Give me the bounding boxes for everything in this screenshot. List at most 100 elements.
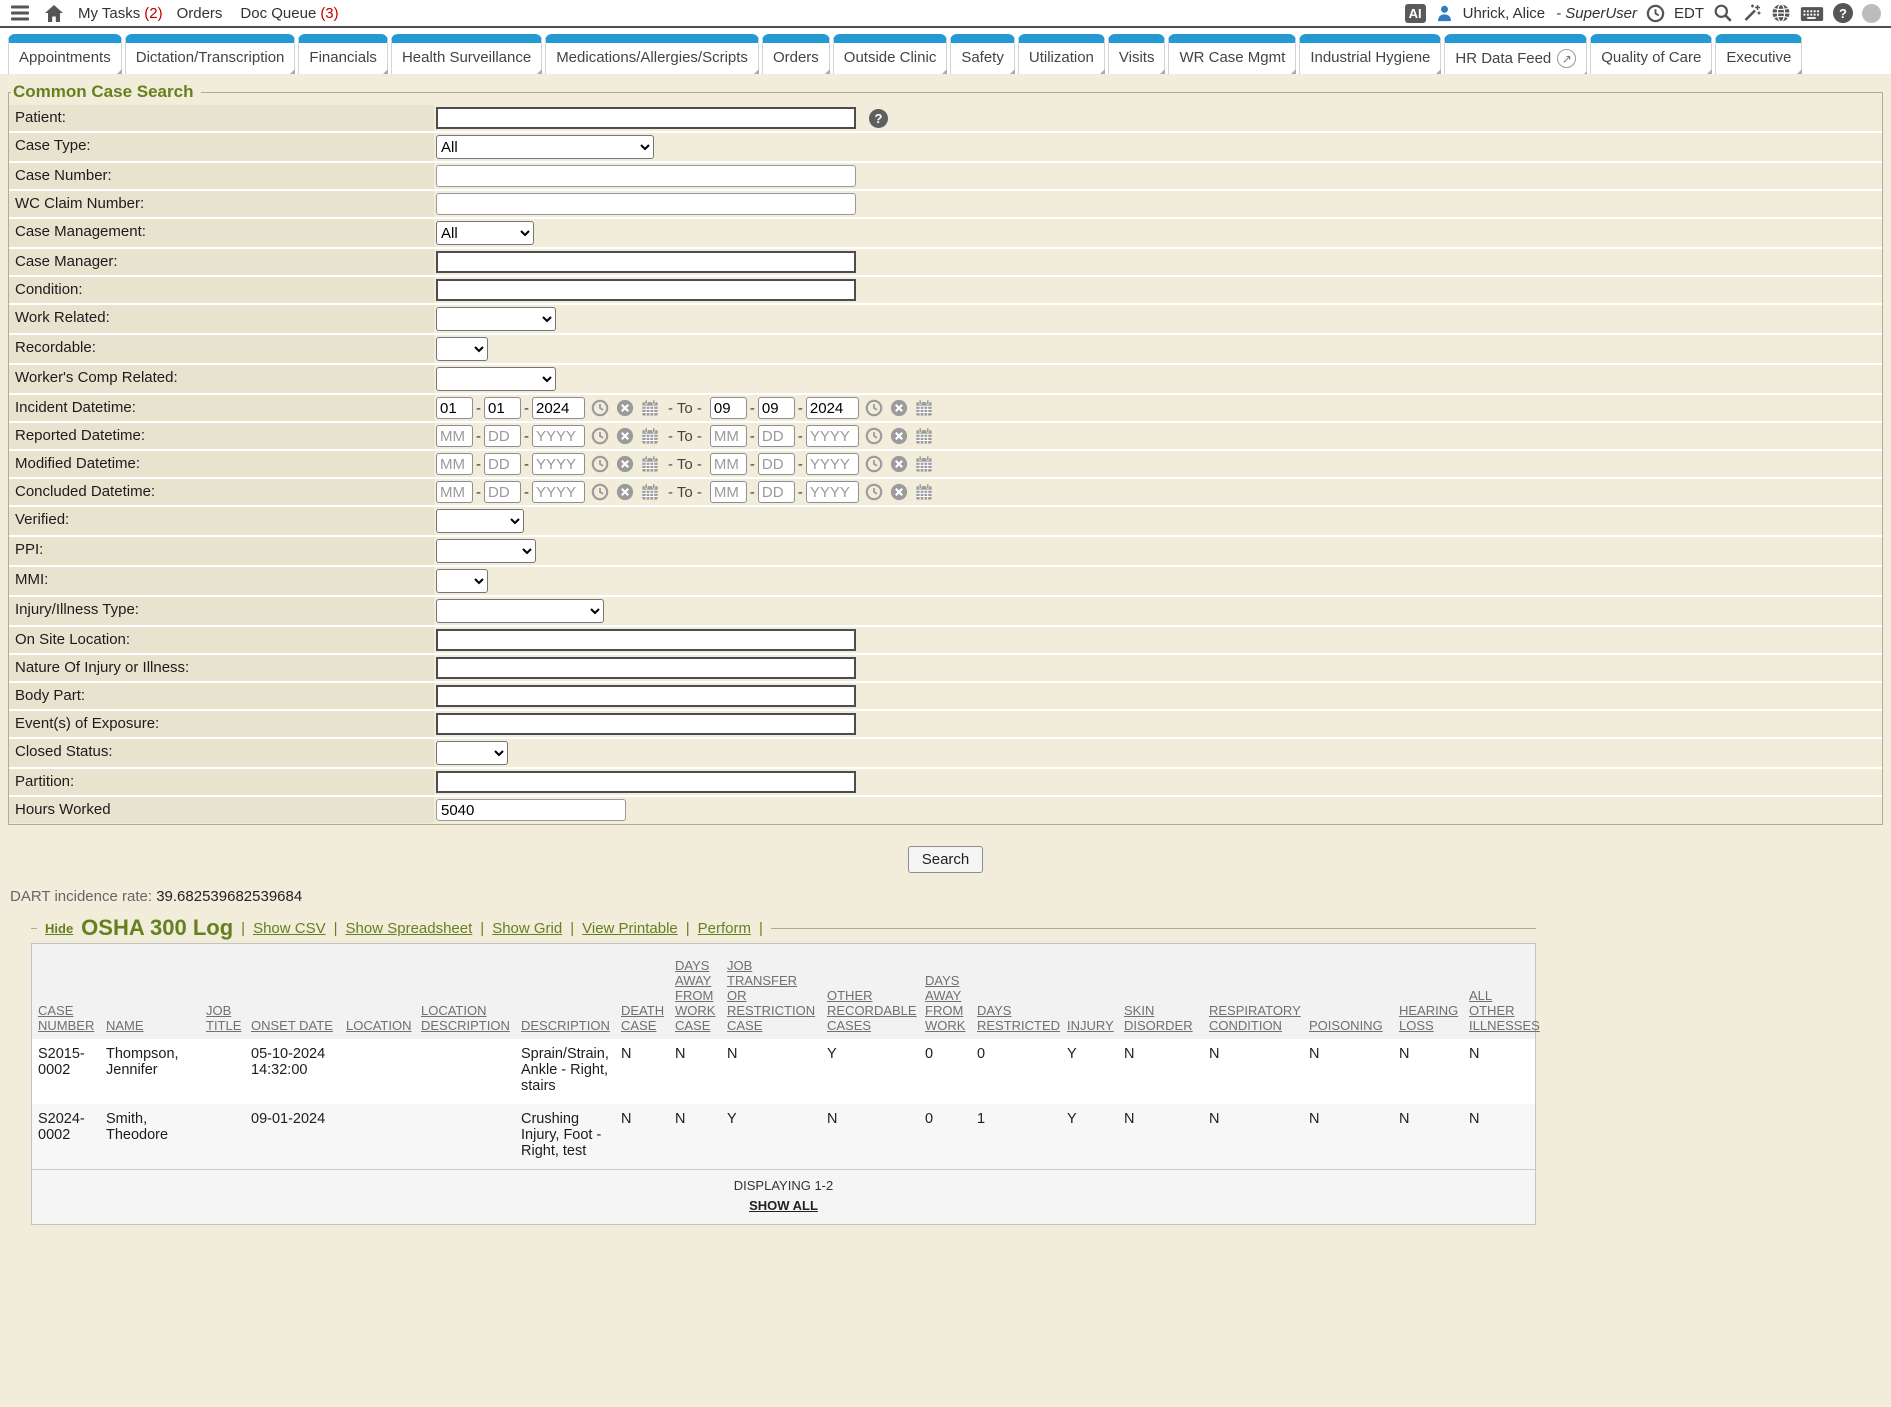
column-header-injury[interactable]: INJURY [1061,944,1118,1039]
case-management-select[interactable]: All [436,221,534,245]
time-picker-icon[interactable] [865,399,883,417]
column-header-onset-date[interactable]: ONSET DATE [245,944,340,1039]
tab-financials[interactable]: Financials [298,34,388,74]
tab-industrial-hygiene[interactable]: Industrial Hygiene [1299,34,1441,74]
condition-input[interactable] [436,279,856,301]
column-header-days-away-from-work-case[interactable]: DAYS AWAY FROM WORK CASE [669,944,721,1039]
incident-from-day-input[interactable] [484,397,521,419]
globe-icon[interactable] [1771,3,1791,23]
tab-health-surveillance[interactable]: Health Surveillance [391,34,542,74]
calendar-icon[interactable] [915,427,933,445]
nature-of-injury-input[interactable] [436,657,856,679]
column-header-job-title[interactable]: JOB TITLE [200,944,245,1039]
patient-input[interactable] [436,107,856,129]
mmi-select[interactable] [436,569,488,593]
concluded-to-month-input[interactable] [710,481,747,503]
incident-to-month-input[interactable] [710,397,747,419]
column-header-skin-disorder[interactable]: SKIN DISORDER [1118,944,1203,1039]
show-grid-link[interactable]: Show Grid [492,920,562,937]
table-row[interactable]: S2024-0002Smith, Theodore09-01-2024Crush… [32,1104,1535,1169]
clear-date-icon[interactable] [616,455,634,473]
nav-orders[interactable]: Orders [177,5,227,22]
tab-utilization[interactable]: Utilization [1018,34,1105,74]
time-picker-icon[interactable] [591,399,609,417]
view-printable-link[interactable]: View Printable [582,920,678,937]
modified-to-day-input[interactable] [758,453,795,475]
column-header-other-recordable-cases[interactable]: OTHER RECORDABLE CASES [821,944,919,1039]
show-csv-link[interactable]: Show CSV [253,920,326,937]
incident-from-month-input[interactable] [436,397,473,419]
time-picker-icon[interactable] [865,455,883,473]
external-link-icon[interactable]: ↗ [1557,49,1576,68]
modified-to-year-input[interactable] [806,453,859,475]
column-header-all-other-illnesses[interactable]: ALL OTHER ILLNESSES [1463,944,1535,1039]
keyboard-icon[interactable] [1800,5,1824,22]
body-part-input[interactable] [436,685,856,707]
ai-badge[interactable]: AI [1405,4,1426,23]
column-header-name[interactable]: NAME [100,944,200,1039]
clear-date-icon[interactable] [616,483,634,501]
calendar-icon[interactable] [641,427,659,445]
tab-appointments[interactable]: Appointments [8,34,122,74]
concluded-from-year-input[interactable] [532,481,585,503]
help-icon[interactable]: ? [1833,3,1853,23]
work-related-select[interactable] [436,307,556,331]
partition-input[interactable] [436,771,856,793]
tab-wr-case-mgmt[interactable]: WR Case Mgmt [1168,34,1296,74]
time-picker-icon[interactable] [591,427,609,445]
nav-doc-queue[interactable]: Doc Queue(3) [240,5,338,22]
concluded-from-month-input[interactable] [436,481,473,503]
tab-outside-clinic[interactable]: Outside Clinic [833,34,948,74]
recordable-select[interactable] [436,337,488,361]
concluded-to-day-input[interactable] [758,481,795,503]
injury-illness-type-select[interactable] [436,599,604,623]
hide-link[interactable]: Hide [45,921,73,936]
tab-hr-data-feed[interactable]: HR Data Feed↗ [1444,34,1587,74]
magic-wand-icon[interactable] [1742,3,1762,23]
ppi-select[interactable] [436,539,536,563]
reported-from-month-input[interactable] [436,425,473,447]
reported-from-day-input[interactable] [484,425,521,447]
modified-from-day-input[interactable] [484,453,521,475]
modified-to-month-input[interactable] [710,453,747,475]
column-header-description[interactable]: DESCRIPTION [515,944,615,1039]
tab-medications-allergies-scripts[interactable]: Medications/Allergies/Scripts [545,34,759,74]
tab-orders[interactable]: Orders [762,34,830,74]
home-icon[interactable] [44,4,64,23]
concluded-to-year-input[interactable] [806,481,859,503]
column-header-job-transfer-or-restriction-case[interactable]: JOB TRANSFER OR RESTRICTION CASE [721,944,821,1039]
user-name[interactable]: Uhrick, Alice [1463,5,1546,22]
calendar-icon[interactable] [915,455,933,473]
calendar-icon[interactable] [641,483,659,501]
case-manager-input[interactable] [436,251,856,273]
column-header-poisoning[interactable]: POISONING [1303,944,1393,1039]
hamburger-menu-icon[interactable] [10,4,30,22]
tab-visits[interactable]: Visits [1108,34,1166,74]
column-header-hearing-loss[interactable]: HEARING LOSS [1393,944,1463,1039]
time-picker-icon[interactable] [591,455,609,473]
wc-claim-number-input[interactable] [436,193,856,215]
column-header-days-away-from-work[interactable]: DAYS AWAY FROM WORK [919,944,971,1039]
tab-quality-of-care[interactable]: Quality of Care [1590,34,1712,74]
column-header-days-restricted[interactable]: DAYS RESTRICTED [971,944,1061,1039]
calendar-icon[interactable] [915,483,933,501]
column-header-respiratory-condition[interactable]: RESPIRATORY CONDITION [1203,944,1303,1039]
tab-safety[interactable]: Safety [950,34,1015,74]
show-all-link[interactable]: SHOW ALL [749,1198,818,1213]
clear-date-icon[interactable] [616,399,634,417]
clear-date-icon[interactable] [890,483,908,501]
on-site-location-input[interactable] [436,629,856,651]
clear-date-icon[interactable] [890,455,908,473]
clear-date-icon[interactable] [890,427,908,445]
events-of-exposure-input[interactable] [436,713,856,735]
time-picker-icon[interactable] [591,483,609,501]
nav-my-tasks[interactable]: My Tasks(2) [78,5,163,22]
hours-worked-input[interactable] [436,799,626,821]
calendar-icon[interactable] [641,455,659,473]
incident-to-day-input[interactable] [758,397,795,419]
reported-to-year-input[interactable] [806,425,859,447]
workers-comp-related-select[interactable] [436,367,556,391]
reported-to-month-input[interactable] [710,425,747,447]
calendar-icon[interactable] [641,399,659,417]
verified-select[interactable] [436,509,524,533]
